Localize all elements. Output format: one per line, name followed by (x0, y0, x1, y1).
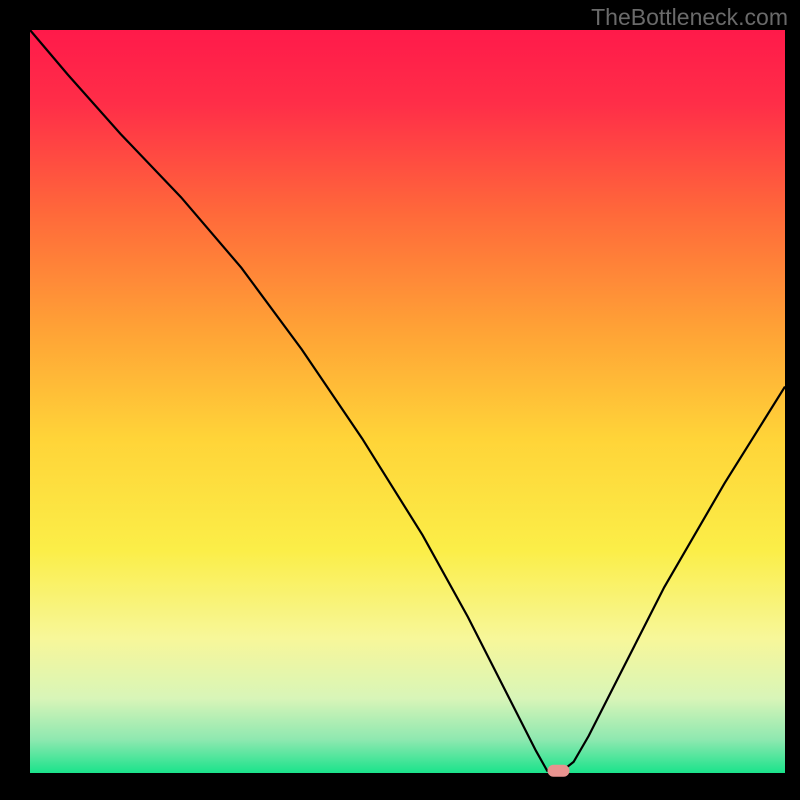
chart-container: TheBottleneck.com (0, 0, 800, 800)
plot-background (30, 30, 785, 773)
optimal-marker (548, 765, 570, 777)
bottleneck-chart (0, 0, 800, 800)
watermark-text: TheBottleneck.com (591, 4, 788, 31)
